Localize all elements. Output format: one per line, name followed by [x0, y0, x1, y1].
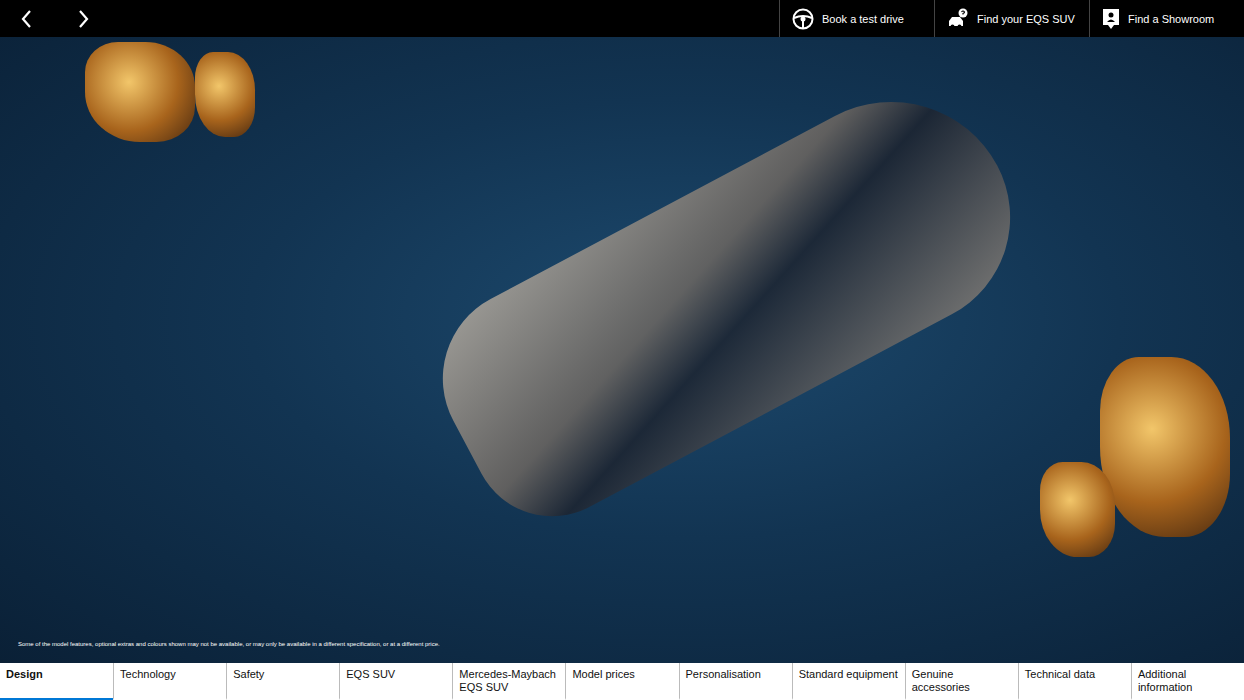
- steering-wheel-icon: [792, 8, 814, 30]
- section-tabs: DesignTechnologySafetyEQS SUVMercedes-Ma…: [0, 663, 1244, 700]
- crystal-decoration: [85, 42, 195, 142]
- car-search-icon: [947, 8, 969, 30]
- section-tab[interactable]: Technology: [113, 663, 226, 700]
- crystal-decoration: [195, 52, 255, 137]
- top-action-button[interactable]: Find your EQS SUV: [934, 0, 1089, 37]
- section-tab[interactable]: Personalisation: [679, 663, 792, 700]
- section-tab[interactable]: EQS SUV: [339, 663, 452, 700]
- top-action-button[interactable]: Book a test drive: [779, 0, 934, 37]
- chevron-right-icon: [78, 9, 90, 29]
- section-tab[interactable]: Genuine accessories: [905, 663, 1018, 700]
- brochure-page: Book a test driveFind your EQS SUVFind a…: [0, 0, 1244, 700]
- crystal-decoration: [1100, 357, 1230, 537]
- section-tab[interactable]: Model prices: [565, 663, 678, 700]
- section-tab[interactable]: Design: [0, 663, 113, 700]
- next-button[interactable]: [74, 5, 94, 33]
- section-tab[interactable]: Additional information: [1131, 663, 1244, 700]
- top-actions: Book a test driveFind your EQS SUVFind a…: [779, 0, 1244, 37]
- hero-photo: Some of the model features, optional ext…: [0, 37, 1244, 663]
- chevron-left-icon: [20, 9, 32, 29]
- disclaimer-text: Some of the model features, optional ext…: [18, 641, 440, 647]
- car-photo: [411, 60, 1049, 545]
- section-tab[interactable]: Safety: [226, 663, 339, 700]
- previous-button[interactable]: [16, 5, 36, 33]
- section-tab[interactable]: Standard equipment: [792, 663, 905, 700]
- top-action-button[interactable]: Find a Showroom: [1089, 0, 1244, 37]
- page-arrows: [0, 0, 94, 37]
- top-bar: Book a test driveFind your EQS SUVFind a…: [0, 0, 1244, 37]
- showroom-pin-icon: [1102, 8, 1120, 30]
- crystal-decoration: [1040, 462, 1115, 557]
- section-tab[interactable]: Technical data: [1018, 663, 1131, 700]
- section-tab[interactable]: Mercedes-Maybach EQS SUV: [452, 663, 565, 700]
